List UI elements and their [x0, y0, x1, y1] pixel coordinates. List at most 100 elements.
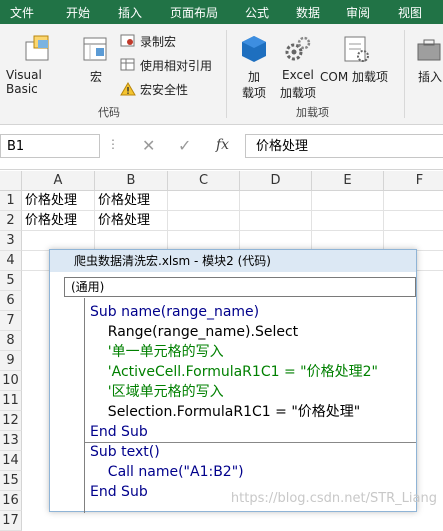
row-header-10[interactable]: 10 — [0, 371, 22, 391]
relative-reference-button[interactable]: 使用相对引用 — [120, 56, 220, 74]
com-addins-button[interactable]: COM 加载项 — [320, 28, 394, 100]
record-macro-icon — [120, 34, 135, 47]
code-line[interactable]: Sub text() — [90, 442, 160, 462]
row-header-15[interactable]: 15 — [0, 471, 22, 491]
code-margin — [64, 298, 85, 513]
row-header-2[interactable]: 2 — [0, 211, 22, 231]
code-line[interactable]: Range(range_name).Select — [90, 322, 298, 342]
vba-code-window[interactable]: 爬虫数据清洗宏.xlsm - 模块2 (代码) (通用) Sub name(ra… — [49, 249, 417, 513]
insert-function-icon[interactable]: fx — [216, 137, 229, 153]
column-header-b[interactable]: B — [95, 171, 168, 191]
addins-icon — [242, 36, 266, 62]
cell-c2[interactable] — [168, 211, 240, 231]
cell-c3[interactable] — [168, 231, 240, 251]
code-line[interactable]: End Sub — [90, 422, 148, 442]
cell-a3[interactable] — [22, 231, 95, 251]
row-header-3[interactable]: 3 — [0, 231, 22, 251]
code-line[interactable]: Sub name(range_name) — [90, 302, 259, 322]
warning-icon — [120, 82, 136, 96]
cell-f3[interactable] — [384, 231, 443, 251]
insert-control-button[interactable]: 插入 — [410, 28, 443, 100]
column-header-c[interactable]: C — [168, 171, 240, 191]
row-header-4[interactable]: 4 — [0, 251, 22, 271]
cell-b2[interactable]: 价格处理 — [95, 211, 168, 231]
code-line[interactable]: Selection.FormulaR1C1 = "价格处理" — [90, 402, 360, 422]
tab-formulas[interactable]: 公式 — [245, 4, 269, 21]
column-header-a[interactable]: A — [22, 171, 95, 191]
object-dropdown[interactable]: (通用) — [64, 277, 416, 297]
cell-d1[interactable] — [240, 191, 312, 211]
addins-button[interactable]: 加 载项 — [236, 28, 272, 100]
tab-review[interactable]: 审阅 — [346, 4, 370, 21]
code-group-label: 代码 — [98, 106, 120, 119]
code-comment[interactable]: '单一单元格的写入 — [90, 342, 224, 362]
tab-view[interactable]: 视图 — [398, 4, 422, 21]
formula-bar: B1 ⋮ ✕ ✓ fx 价格处理 — [0, 125, 443, 170]
visual-basic-button[interactable]: Visual Basic — [2, 28, 74, 96]
name-box[interactable]: B1 — [0, 134, 100, 158]
cell-a2[interactable]: 价格处理 — [22, 211, 95, 231]
column-header-e[interactable]: E — [312, 171, 384, 191]
row-header-17[interactable]: 17 — [0, 511, 22, 531]
row-header-9[interactable]: 9 — [0, 351, 22, 371]
insert-control-label: 插入 — [418, 70, 443, 84]
excel-addins-label-line2: 加载项 — [280, 86, 317, 100]
row-header-1[interactable]: 1 — [0, 191, 22, 211]
row-header-13[interactable]: 13 — [0, 431, 22, 451]
tab-data[interactable]: 数据 — [296, 4, 320, 21]
macro-security-label: 宏安全性 — [140, 83, 189, 97]
addins-label-line2: 载项 — [242, 86, 267, 100]
cancel-icon[interactable]: ✕ — [142, 136, 155, 155]
confirm-icon[interactable]: ✓ — [178, 136, 191, 155]
row-header-8[interactable]: 8 — [0, 331, 22, 351]
cell-f2[interactable] — [384, 211, 443, 231]
more-icon: ⋮ — [107, 137, 119, 151]
tab-insert[interactable]: 插入 — [118, 4, 142, 21]
code-comment[interactable]: '区域单元格的写入 — [90, 382, 224, 402]
group-separator — [404, 30, 405, 118]
column-header-d[interactable]: D — [240, 171, 312, 191]
cell-c1[interactable] — [168, 191, 240, 211]
formula-input[interactable]: 价格处理 — [245, 134, 443, 158]
column-header-f[interactable]: F — [384, 171, 443, 191]
code-line[interactable]: End Sub — [90, 482, 148, 502]
cell-d3[interactable] — [240, 231, 312, 251]
toolbox-icon — [417, 39, 441, 61]
cell-b1[interactable]: 价格处理 — [95, 191, 168, 211]
formula-actions: ✕ ✓ fx — [122, 134, 242, 158]
watermark: https://blog.csdn.net/STR_Liang — [230, 491, 437, 506]
row-header-7[interactable]: 7 — [0, 311, 22, 331]
row-header-6[interactable]: 6 — [0, 291, 22, 311]
tab-file[interactable]: 文件 — [10, 4, 34, 21]
code-comment[interactable]: 'ActiveCell.FormulaR1C1 = "价格处理2" — [90, 362, 378, 382]
relative-reference-icon — [120, 58, 135, 71]
cell-f1[interactable] — [384, 191, 443, 211]
row-header-14[interactable]: 14 — [0, 451, 22, 471]
ribbon-developer: Visual Basic 宏 录制宏 使用相对引用 宏安全性 代码 加 载项 E… — [0, 24, 443, 125]
macro-security-button[interactable]: 宏安全性 — [120, 80, 220, 98]
tab-page-layout[interactable]: 页面布局 — [170, 4, 218, 21]
row-header-5[interactable]: 5 — [0, 271, 22, 291]
ribbon-tab-bar: 文件 开始 插入 页面布局 公式 数据 审阅 视图 — [0, 0, 443, 24]
row-header-11[interactable]: 11 — [0, 391, 22, 411]
cell-d2[interactable] — [240, 211, 312, 231]
record-macro-label: 录制宏 — [140, 35, 177, 49]
cell-e1[interactable] — [312, 191, 384, 211]
cell-e2[interactable] — [312, 211, 384, 231]
excel-addins-button[interactable]: Excel 加载项 — [278, 28, 318, 100]
select-all-corner[interactable] — [0, 171, 22, 191]
vba-window-title[interactable]: 爬虫数据清洗宏.xlsm - 模块2 (代码) — [50, 250, 416, 272]
cell-a1[interactable]: 价格处理 — [22, 191, 95, 211]
macro-label: 宏 — [90, 70, 103, 84]
gear-icon — [285, 36, 311, 61]
record-macro-button[interactable]: 录制宏 — [120, 32, 220, 50]
tab-home[interactable]: 开始 — [66, 4, 90, 21]
cell-e3[interactable] — [312, 231, 384, 251]
row-header-16[interactable]: 16 — [0, 491, 22, 511]
macro-button[interactable]: 宏 — [78, 28, 114, 92]
macro-icon — [83, 37, 107, 61]
cell-b3[interactable] — [95, 231, 168, 251]
addins-group-label: 加载项 — [296, 106, 329, 119]
code-line[interactable]: Call name("A1:B2") — [90, 462, 244, 482]
row-header-12[interactable]: 12 — [0, 411, 22, 431]
